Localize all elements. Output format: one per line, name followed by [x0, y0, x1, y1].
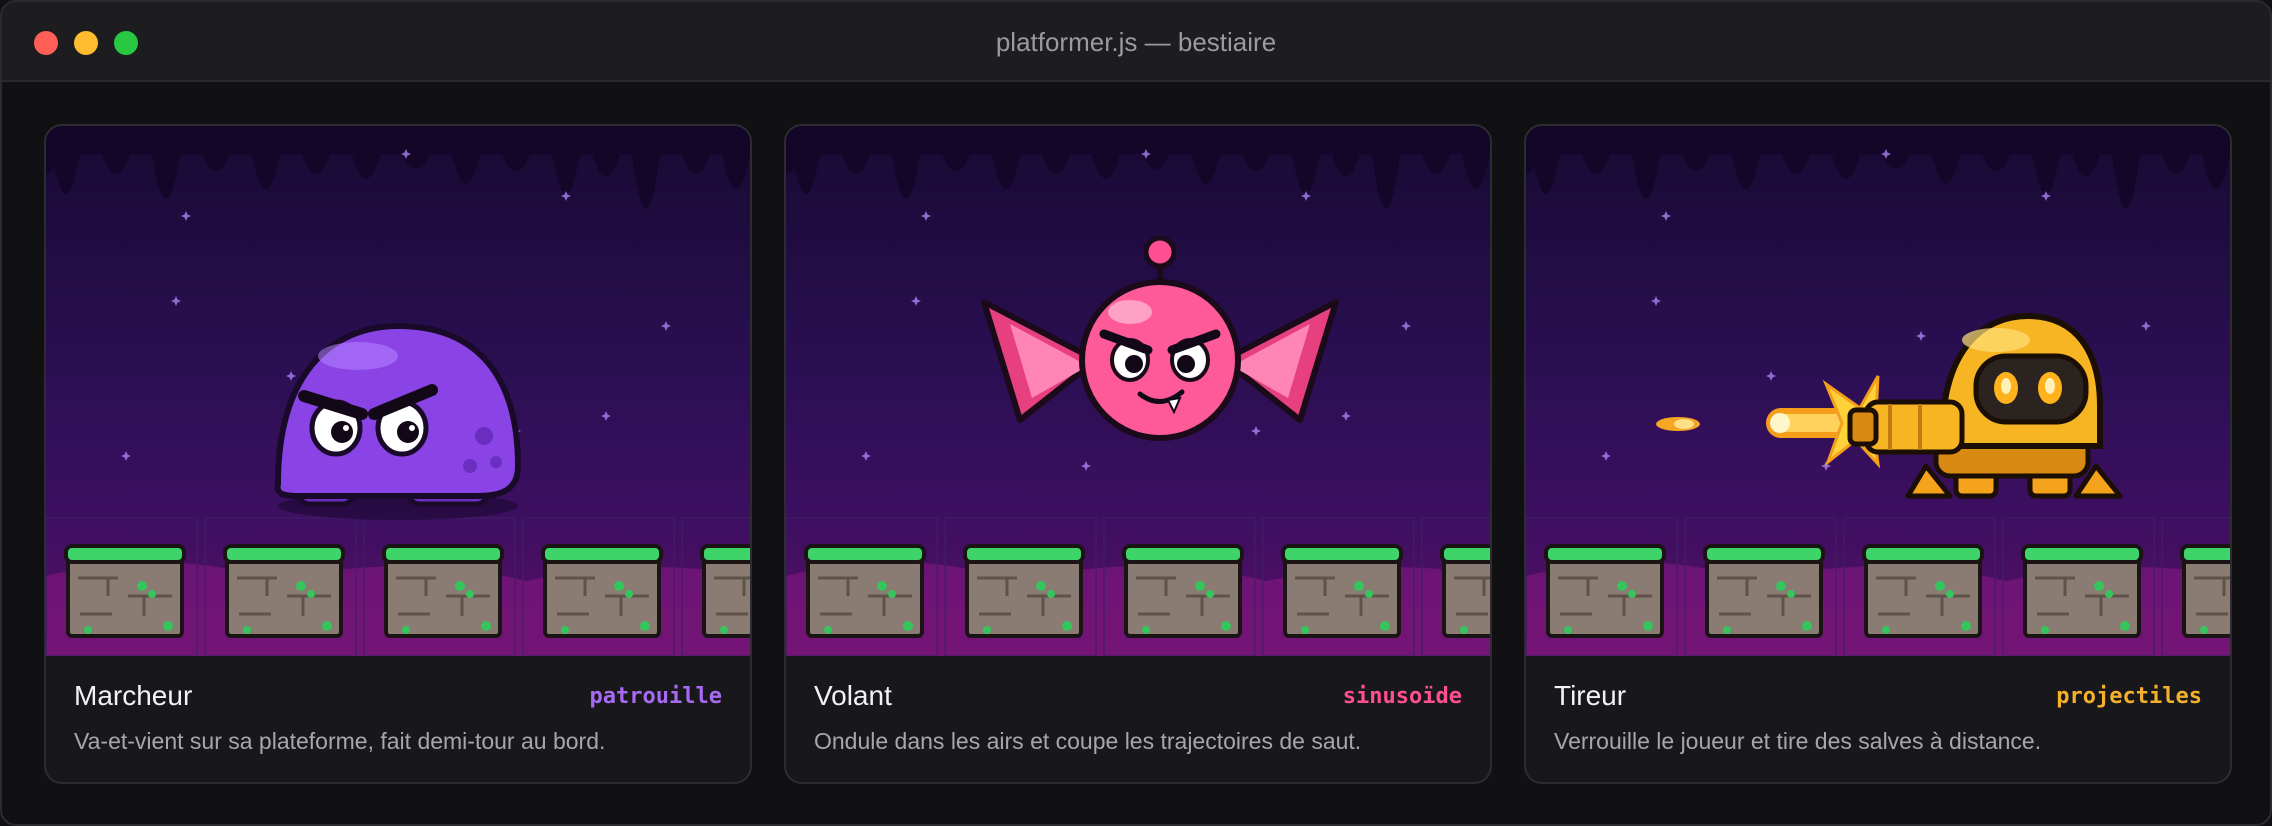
enemy-name: Marcheur — [74, 680, 193, 711]
enemy-card-volant[interactable]: Volant sinusoïde Ondule dans les airs et… — [784, 124, 1492, 784]
enemy-description: Verrouille le joueur et tire des salves … — [1554, 728, 2042, 754]
enemy-description: Ondule dans les airs et coupe les trajec… — [814, 728, 1362, 754]
title-bar: platformer.js — bestiaire — [2, 2, 2270, 82]
enemy-description: Va-et-vient sur sa plateforme, fait demi… — [74, 728, 606, 754]
yellow-turret-enemy-icon — [1656, 312, 2123, 499]
enemy-scene — [46, 126, 750, 656]
enemy-info: Tireur projectiles Verrouille le joueur … — [1526, 656, 2230, 782]
pink-bat-enemy-icon — [981, 235, 1339, 441]
enemy-scene — [1526, 126, 2230, 656]
behavior-tag: patrouille — [589, 684, 722, 709]
enemy-scene — [786, 126, 1490, 656]
app-window: platformer.js — bestiaire Marcheur patro… — [0, 0, 2272, 826]
behavior-tag: sinusoïde — [1342, 684, 1462, 709]
behavior-tag: projectiles — [2056, 684, 2202, 709]
enemy-card-marcheur[interactable]: Marcheur patrouille Va-et-vient sur sa p… — [44, 124, 752, 784]
enemy-card-tireur[interactable]: Tireur projectiles Verrouille le joueur … — [1524, 124, 2232, 784]
enemy-info: Volant sinusoïde Ondule dans les airs et… — [786, 656, 1490, 782]
enemy-name: Tireur — [1554, 680, 1627, 711]
enemy-info: Marcheur patrouille Va-et-vient sur sa p… — [46, 656, 750, 782]
enemy-name: Volant — [814, 680, 892, 711]
bestiary-grid: Marcheur patrouille Va-et-vient sur sa p… — [44, 124, 2234, 784]
purple-blob-enemy-icon — [274, 322, 522, 520]
window-title: platformer.js — bestiaire — [995, 27, 1277, 57]
